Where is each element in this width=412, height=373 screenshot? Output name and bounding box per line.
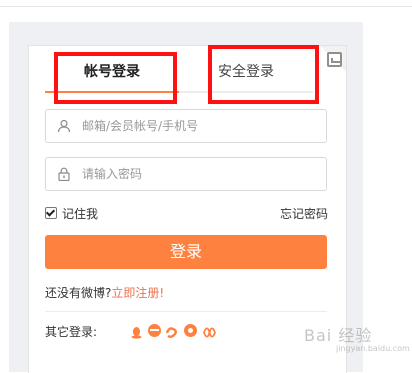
unionpay-icon[interactable] <box>202 324 216 338</box>
register-text: 还没有微博? <box>45 286 112 300</box>
watermark: Bai 经验 <box>304 326 373 345</box>
ball-icon[interactable] <box>148 324 161 337</box>
register-link[interactable]: 立即注册! <box>111 286 164 300</box>
forgot-password-link[interactable]: 忘记密码 <box>280 205 328 222</box>
user-icon <box>57 119 71 133</box>
qr-code-icon[interactable] <box>327 52 342 67</box>
watermark-sub: jingyan.baidu.com <box>336 344 410 353</box>
divider <box>45 311 327 312</box>
other-login-label: 其它登录: <box>45 325 98 339</box>
lock-icon <box>58 167 70 181</box>
top-divider <box>0 6 412 7</box>
browser-icon[interactable] <box>184 324 197 337</box>
username-input[interactable] <box>82 111 320 141</box>
login-button[interactable]: 登录 <box>45 235 327 269</box>
highlight-box-account-tab <box>54 52 177 104</box>
remember-checkbox[interactable] <box>45 207 57 219</box>
register-prompt: 还没有微博?立即注册! <box>45 284 164 301</box>
password-field <box>45 157 327 191</box>
qq-icon[interactable] <box>130 324 143 339</box>
username-field <box>45 109 327 143</box>
remember-label: 记住我 <box>62 207 99 221</box>
remember-me[interactable]: 记住我 <box>45 205 98 222</box>
qr-login-corner[interactable] <box>320 46 346 72</box>
password-input[interactable] <box>82 159 320 189</box>
highlight-box-safe-tab <box>208 45 319 104</box>
sohu-icon[interactable] <box>165 324 179 338</box>
